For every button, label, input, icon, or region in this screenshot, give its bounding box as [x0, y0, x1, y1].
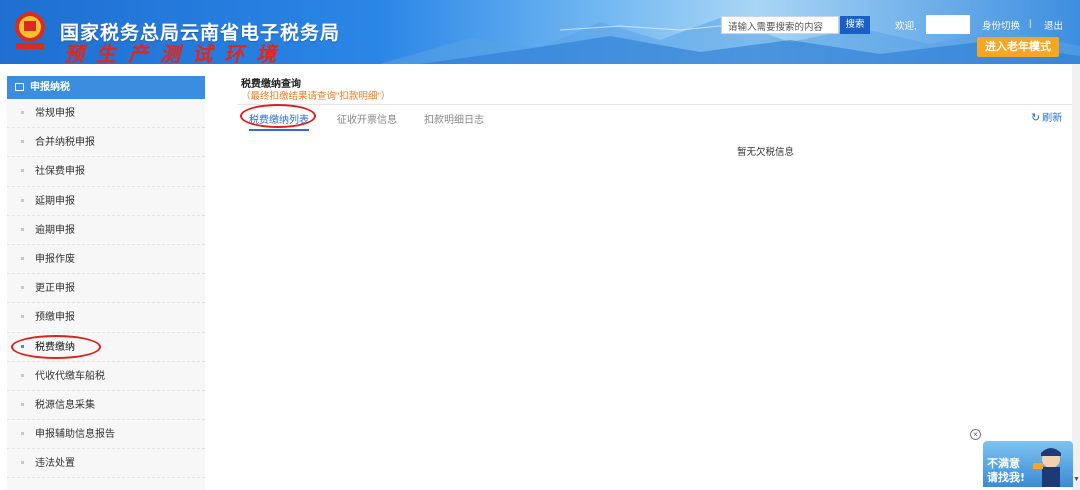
- sidebar-item-regular-declaration[interactable]: 常规申报: [7, 99, 205, 129]
- document-icon: [15, 83, 24, 91]
- sidebar-item-label: 常规申报: [35, 108, 75, 119]
- bullet-icon: [21, 402, 24, 406]
- bullet-icon: [21, 373, 24, 377]
- tab-deduction-log[interactable]: 扣款明细日志: [424, 111, 484, 126]
- environment-label: 预生产测试环境: [64, 42, 288, 64]
- bullet-icon: [21, 461, 24, 465]
- scroll-down-arrow-icon[interactable]: ▼: [1073, 476, 1080, 483]
- sidebar-item-social-insurance[interactable]: 社保费申报: [7, 157, 205, 187]
- bullet-icon: [21, 198, 24, 202]
- sidebar-item-label: 合并纳税申报: [35, 137, 95, 149]
- sidebar-item-label: 更正申报: [35, 283, 75, 295]
- officer-mascot-icon: [1033, 448, 1061, 487]
- refresh-icon: ↻: [1031, 112, 1041, 124]
- sidebar-item-label: 申报作废: [35, 253, 75, 265]
- tabs-divider: [237, 104, 1073, 105]
- bullet-icon: [21, 256, 24, 260]
- header-separator: |: [1029, 18, 1032, 29]
- sidebar-item-tax-source[interactable]: 税源信息采集: [7, 391, 205, 421]
- national-tax-emblem-icon: [15, 12, 45, 49]
- username-redaction: [926, 15, 970, 34]
- sidebar-item-label: 逾期申报: [35, 224, 75, 236]
- logout-link[interactable]: 退出: [1044, 18, 1063, 32]
- bullet-icon: [21, 111, 24, 114]
- sidebar-item-label: 延期申报: [35, 195, 75, 207]
- bullet-icon: [21, 169, 24, 173]
- sidebar-item-prepayment[interactable]: 预缴申报: [7, 303, 205, 333]
- sidebar-item-vehicle-tax[interactable]: 代收代缴车船税: [7, 362, 205, 391]
- bullet-icon: [21, 140, 24, 144]
- sidebar-item-consolidated-declaration[interactable]: 合并纳税申报: [7, 128, 205, 158]
- sidebar-item-correction[interactable]: 更正申报: [7, 274, 205, 304]
- elder-mode-button[interactable]: 进入老年模式: [977, 37, 1059, 57]
- sidebar-item-overdue[interactable]: 逾期申报: [7, 216, 205, 245]
- vertical-scrollbar[interactable]: [1072, 64, 1080, 490]
- annotation-oval-tab: [240, 104, 316, 128]
- tab-invoice-info[interactable]: 征收开票信息: [337, 111, 397, 126]
- bullet-icon: [21, 315, 24, 319]
- switch-identity-link[interactable]: 身份切换: [982, 18, 1020, 32]
- helper-text-line2: 请找我!: [987, 471, 1026, 484]
- sidebar-section-title: 申报纳税: [30, 82, 70, 93]
- sidebar-item-label: 违法处置: [35, 458, 75, 470]
- sidebar-item-label: 预缴申报: [35, 312, 75, 324]
- sidebar-item-label: 代收代缴车船税: [35, 370, 105, 382]
- sidebar-section-header[interactable]: 申报纳税: [7, 76, 205, 99]
- sidebar-item-void[interactable]: 申报作废: [7, 245, 205, 275]
- search-input[interactable]: 请输入需要搜索的内容: [721, 16, 839, 34]
- sidebar-item-label: 申报辅助信息报告: [35, 429, 115, 441]
- bullet-icon: [21, 432, 24, 436]
- welcome-text: 欢迎,: [895, 21, 917, 32]
- sidebar-item-auxiliary-report[interactable]: 申报辅助信息报告: [7, 420, 205, 450]
- sidebar-item-violation[interactable]: 违法处置: [7, 449, 205, 479]
- sidebar-item-extension[interactable]: 延期申报: [7, 187, 205, 216]
- refresh-label: 刷新: [1042, 113, 1063, 124]
- header-banner: 国家税务总局云南省电子税务局 预生产测试环境 请输入需要搜索的内容 搜索 欢迎,…: [0, 0, 1080, 64]
- bullet-icon: [21, 286, 24, 290]
- bullet-icon: [21, 227, 24, 231]
- empty-state-message: 暂无欠税信息: [737, 147, 795, 158]
- search-button[interactable]: 搜索: [840, 16, 870, 34]
- sidebar-item-label: 税源信息采集: [35, 399, 95, 411]
- close-icon[interactable]: ×: [970, 429, 981, 440]
- sidebar-item-label: 社保费申报: [35, 166, 85, 178]
- page-note: （最终扣缴结果请查询"扣款明细"）: [241, 91, 391, 102]
- sidebar: 申报纳税 常规申报 合并纳税申报 社保费申报 延期申报 逾期申报 申报作废 更正…: [7, 76, 205, 490]
- refresh-button[interactable]: ↻ 刷新: [1031, 109, 1062, 124]
- feedback-helper-widget[interactable]: 不满意 请找我!: [983, 441, 1073, 487]
- annotation-oval-sidebar: [11, 335, 101, 359]
